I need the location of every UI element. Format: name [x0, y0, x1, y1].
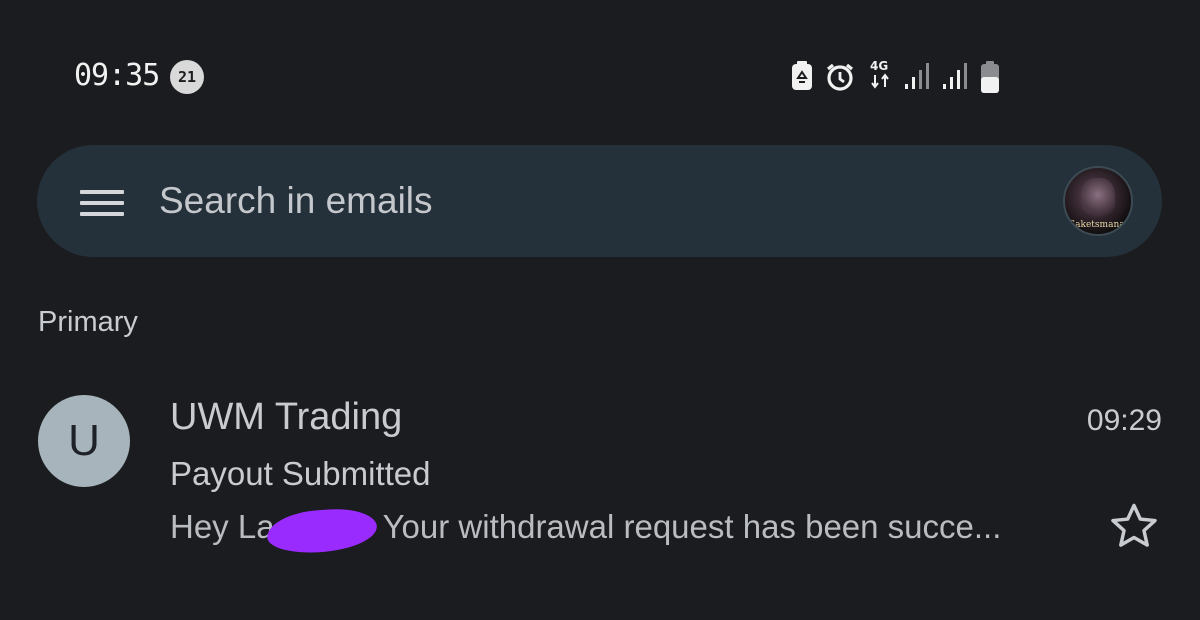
- sender-avatar[interactable]: U: [38, 395, 130, 487]
- email-list-item[interactable]: U UWM Trading 09:29 Payout Submitted Hey…: [0, 380, 1200, 560]
- signal-icon: [905, 63, 929, 89]
- network-type-label: 4G: [870, 59, 889, 73]
- email-sender: UWM Trading: [170, 396, 403, 438]
- hamburger-menu-icon[interactable]: [80, 188, 124, 218]
- email-snippet-end: Your withdrawal request has been succe..…: [382, 508, 1002, 545]
- email-snippet-start: Hey La: [170, 508, 275, 545]
- email-time: 09:29: [1086, 404, 1162, 437]
- star-icon[interactable]: [1108, 500, 1160, 552]
- email-snippet: Hey La Your withdrawal request has been s…: [170, 506, 1002, 556]
- battery-saver-icon: [792, 61, 812, 90]
- email-subject: Payout Submitted: [170, 455, 431, 492]
- avatar-caption: SaketsmanaB: [1069, 220, 1129, 230]
- signal-icon: [943, 63, 967, 89]
- avatar-image: [1081, 178, 1115, 220]
- section-label-primary: Primary: [38, 306, 138, 338]
- data-arrows-icon: 4G: [870, 60, 894, 94]
- gmail-screen: 09:35 21 4G Search in emails SaketsmanaB…: [0, 0, 1200, 620]
- alarm-icon: [827, 63, 853, 91]
- account-avatar[interactable]: SaketsmanaB: [1063, 166, 1133, 236]
- status-time: 09:35: [74, 58, 160, 93]
- notification-count-badge: 21: [170, 60, 204, 94]
- redaction-mark: [265, 506, 378, 556]
- search-bar[interactable]: SaketsmanaB: [37, 145, 1162, 257]
- search-input[interactable]: [159, 175, 1039, 227]
- battery-icon: [981, 61, 999, 93]
